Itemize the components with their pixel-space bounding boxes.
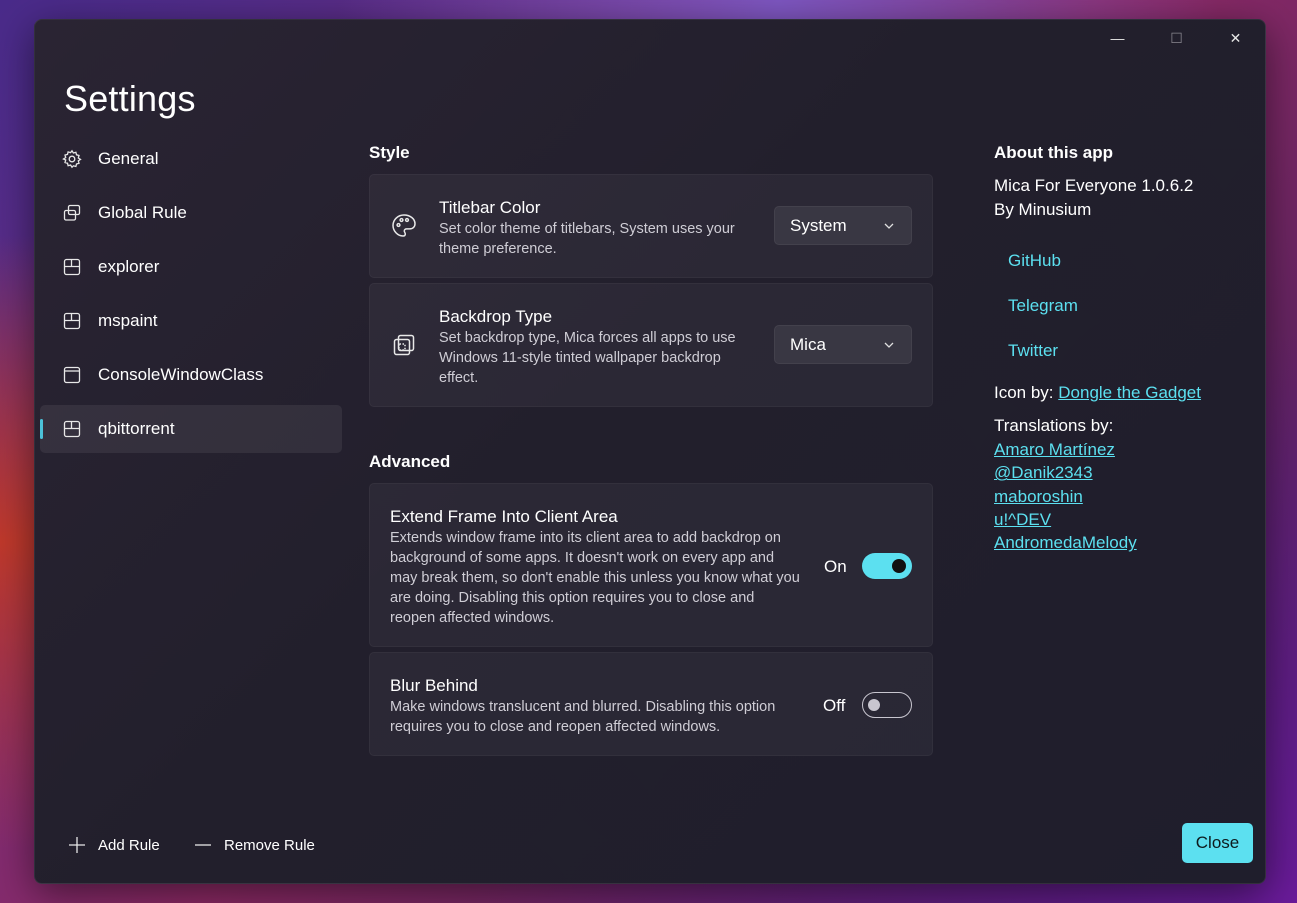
sidebar-item-label: Global Rule	[98, 203, 187, 222]
chevron-down-icon	[884, 223, 894, 229]
add-rule-label: Add Rule	[98, 836, 160, 854]
extend-frame-title: Extend Frame Into Client Area	[390, 507, 618, 526]
sidebar-item-explorer[interactable]: explorer	[40, 243, 342, 291]
toggle-knob	[868, 699, 880, 711]
app-window-icon	[62, 419, 82, 439]
advanced-section-title: Advanced	[369, 452, 451, 471]
window-icon	[62, 365, 82, 385]
app-window-icon	[62, 257, 82, 277]
telegram-link[interactable]: Telegram	[994, 283, 1254, 328]
maximize-button[interactable]: ☐	[1147, 20, 1206, 56]
sidebar-item-mspaint[interactable]: mspaint	[40, 297, 342, 345]
blur-behind-toggle[interactable]	[862, 692, 912, 718]
backdrop-type-dropdown[interactable]: Mica	[774, 325, 912, 364]
backdrop-type-card: Backdrop Type Set backdrop type, Mica fo…	[369, 283, 933, 407]
sidebar-item-general[interactable]: General	[40, 135, 342, 183]
twitter-link[interactable]: Twitter	[994, 328, 1254, 373]
sidebar-item-label: explorer	[98, 257, 160, 276]
chevron-down-icon	[884, 342, 894, 348]
caption-buttons: — ☐ ✕	[1088, 20, 1265, 56]
about-panel: About this app Mica For Everyone 1.0.6.2…	[994, 143, 1254, 554]
extend-frame-description: Extends window frame into its client are…	[390, 530, 800, 626]
icon-author-link[interactable]: Dongle the Gadget	[1058, 383, 1201, 402]
settings-window: — ☐ ✕ Settings General Global Rule explo…	[34, 19, 1266, 884]
sidebar-item-label: mspaint	[98, 311, 158, 330]
blur-behind-state-label: Off	[823, 696, 846, 715]
extend-frame-toggle[interactable]	[862, 553, 912, 579]
about-title: About this app	[994, 143, 1113, 162]
translator-link[interactable]: @Danik2343	[994, 461, 1254, 484]
titlebar-color-card: Titlebar Color Set color theme of titleb…	[369, 174, 933, 278]
gear-icon	[62, 149, 82, 169]
sidebar-item-label: qbittorrent	[98, 419, 175, 438]
blur-behind-card: Blur Behind Make windows translucent and…	[369, 652, 933, 756]
dropdown-value: System	[790, 215, 847, 235]
titlebar-color-description: Set color theme of titlebars, System use…	[439, 221, 735, 257]
app-window-icon	[62, 311, 82, 331]
translator-link[interactable]: AndromedaMelody	[994, 531, 1254, 554]
plus-icon	[69, 837, 85, 853]
translator-link[interactable]: u!^DEV	[994, 508, 1254, 531]
overlap-windows-icon	[62, 203, 82, 223]
extend-frame-state-label: On	[824, 557, 847, 576]
extend-frame-card: Extend Frame Into Client Area Extends wi…	[369, 483, 933, 647]
translator-link[interactable]: Amaro Martínez	[994, 438, 1254, 461]
backdrop-type-title: Backdrop Type	[439, 307, 553, 326]
titlebar-color-title: Titlebar Color	[439, 198, 541, 217]
sidebar-item-global-rule[interactable]: Global Rule	[40, 189, 342, 237]
minimize-button[interactable]: —	[1088, 20, 1147, 56]
close-window-button[interactable]: ✕	[1206, 20, 1265, 56]
sidebar: General Global Rule explorer mspaint Con…	[40, 135, 342, 459]
remove-rule-label: Remove Rule	[224, 836, 315, 854]
blur-behind-description: Make windows translucent and blurred. Di…	[390, 699, 776, 735]
remove-rule-button[interactable]: Remove Rule	[194, 836, 315, 854]
titlebar-color-dropdown[interactable]: System	[774, 206, 912, 245]
minus-icon	[195, 844, 211, 846]
palette-icon	[390, 212, 418, 240]
blur-behind-title: Blur Behind	[390, 676, 478, 695]
backdrop-icon	[390, 331, 418, 359]
page-title: Settings	[64, 78, 196, 119]
add-rule-button[interactable]: Add Rule	[68, 836, 160, 854]
toggle-knob	[892, 559, 906, 573]
icon-credit: Icon by: Dongle the Gadget	[994, 381, 1254, 405]
translator-link[interactable]: maboroshin	[994, 485, 1254, 508]
github-link[interactable]: GitHub	[994, 238, 1254, 283]
sidebar-item-label: General	[98, 149, 159, 168]
close-button[interactable]: Close	[1182, 823, 1253, 863]
backdrop-type-description: Set backdrop type, Mica forces all apps …	[439, 330, 736, 386]
sidebar-item-label: ConsoleWindowClass	[98, 365, 264, 384]
dropdown-value: Mica	[790, 334, 826, 354]
sidebar-item-consolewindowclass[interactable]: ConsoleWindowClass	[40, 351, 342, 399]
sidebar-item-qbittorrent[interactable]: qbittorrent	[40, 405, 342, 453]
style-section-title: Style	[369, 143, 410, 162]
app-author: By Minusium	[994, 200, 1092, 219]
app-name-version: Mica For Everyone 1.0.6.2	[994, 176, 1194, 195]
icon-credit-prefix: Icon by:	[994, 383, 1059, 402]
translations-title: Translations by:	[994, 416, 1114, 435]
